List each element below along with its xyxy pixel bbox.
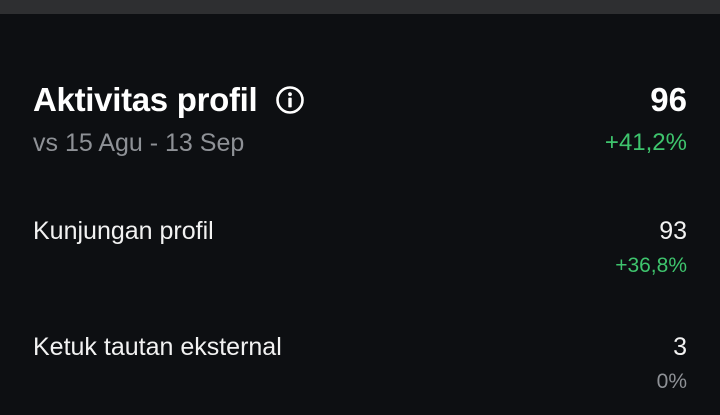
top-divider xyxy=(0,0,720,14)
metric-label: Ketuk tautan eksternal xyxy=(33,333,282,361)
total-value: 96 xyxy=(650,81,687,118)
metric-value: 3 xyxy=(673,333,687,361)
metric-row-external-link-taps[interactable]: Ketuk tautan eksternal 3 0% xyxy=(33,330,687,410)
metric-change: +36,8% xyxy=(615,254,687,277)
profile-activity-header: Aktivitas profil vs 15 Agu - 13 Sep 96 +… xyxy=(33,78,687,168)
section-title: Aktivitas profil xyxy=(33,81,258,118)
title-group: Aktivitas profil xyxy=(33,78,305,122)
info-icon[interactable] xyxy=(275,85,305,115)
comparison-period: vs 15 Agu - 13 Sep xyxy=(33,129,245,157)
metric-value: 93 xyxy=(659,217,687,245)
metric-row-profile-visits[interactable]: Kunjungan profil 93 +36,8% xyxy=(33,214,687,294)
metric-change: 0% xyxy=(656,370,687,393)
metric-label: Kunjungan profil xyxy=(33,217,214,245)
total-change: +41,2% xyxy=(604,129,687,156)
